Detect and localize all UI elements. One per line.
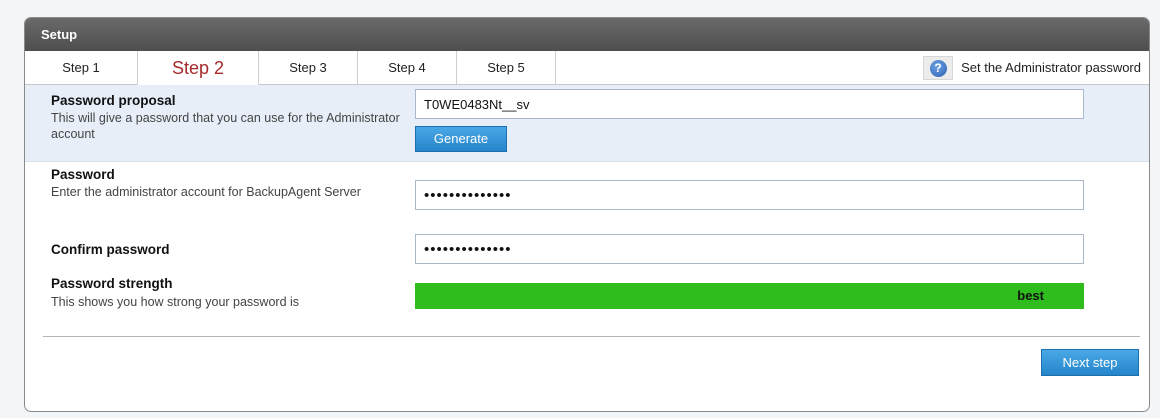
step-tabs: Step 1 Step 2 Step 3 Step 4 Step 5 ? Set… — [25, 51, 1149, 85]
help-button[interactable]: ? — [923, 56, 954, 80]
confirm-title: Confirm password — [51, 242, 170, 257]
divider — [43, 336, 1140, 337]
next-step-button[interactable]: Next step — [1041, 349, 1139, 376]
password-title: Password — [51, 167, 115, 182]
panel-title: Setup — [25, 18, 1149, 51]
tab-step-3[interactable]: Step 3 — [259, 51, 358, 84]
proposal-title: Password proposal — [51, 93, 176, 108]
generate-button[interactable]: Generate — [415, 126, 507, 152]
tab-step-2[interactable]: Step 2 — [137, 51, 259, 85]
tab-step-1[interactable]: Step 1 — [25, 51, 138, 84]
proposal-description: This will give a password that you can u… — [51, 111, 400, 141]
strength-title: Password strength — [51, 276, 173, 291]
setup-panel: Setup Step 1 Step 2 Step 3 Step 4 Step 5… — [24, 17, 1150, 412]
tab-step-5[interactable]: Step 5 — [457, 51, 556, 84]
proposal-row: Password proposal This will give a passw… — [25, 85, 1149, 162]
tab-step-4[interactable]: Step 4 — [358, 51, 457, 84]
help-text: Set the Administrator password — [961, 60, 1141, 75]
strength-label: best — [1017, 288, 1044, 303]
password-description: Enter the administrator account for Back… — [51, 185, 361, 199]
confirm-password-field[interactable] — [415, 234, 1084, 264]
proposal-field[interactable] — [415, 89, 1084, 119]
help-hint: ? Set the Administrator password — [923, 56, 1141, 80]
strength-bar: best — [415, 283, 1084, 309]
password-field[interactable] — [415, 180, 1084, 210]
strength-description: This shows you how strong your password … — [51, 295, 300, 309]
help-icon: ? — [929, 59, 947, 77]
